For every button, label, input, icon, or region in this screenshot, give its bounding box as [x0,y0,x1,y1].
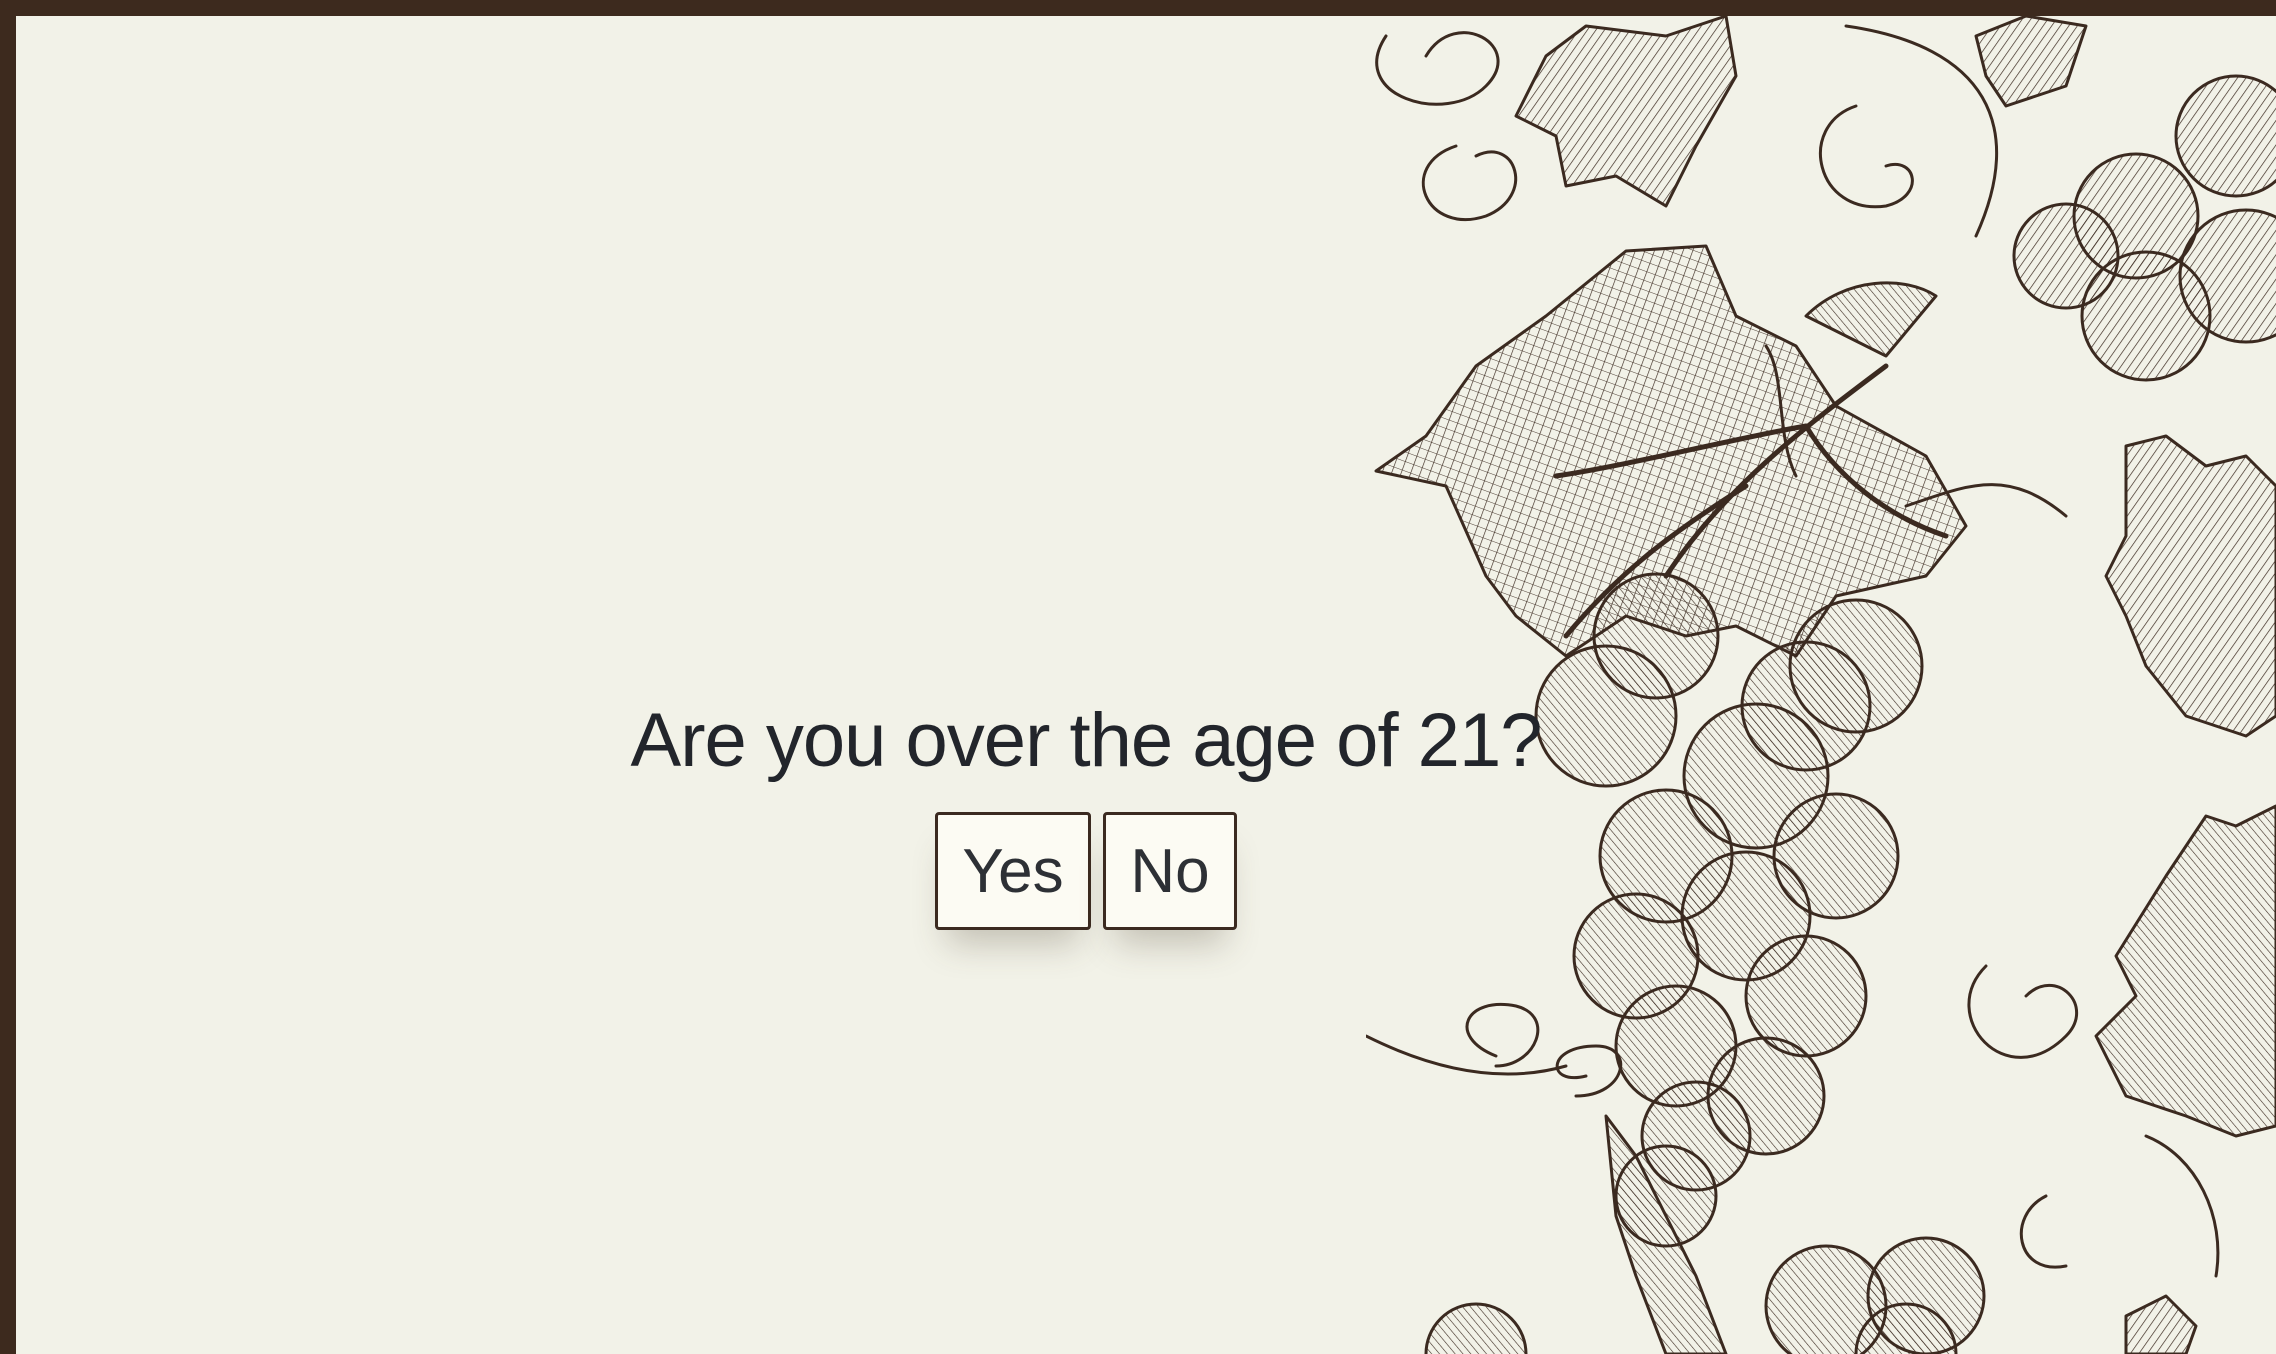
grape-vine-illustration [1366,16,2276,1354]
age-buttons: Yes No [606,812,1566,930]
no-button[interactable]: No [1103,812,1237,930]
age-question: Are you over the age of 21? [630,698,1543,783]
page-background: Are you over the age of 21? Yes No [16,16,2276,1354]
yes-button[interactable]: Yes [935,812,1091,930]
age-verification-dialog: Are you over the age of 21? Yes No [606,686,1566,930]
